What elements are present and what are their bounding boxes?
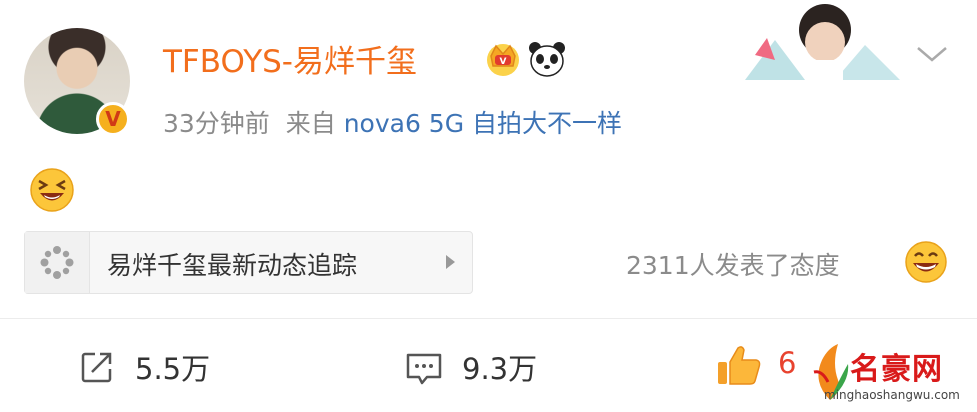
panda-icon (529, 42, 565, 77)
watermark-title: 名豪网 (850, 352, 943, 387)
post-time: 33分钟前 (163, 109, 270, 138)
watermark-logo: 名豪网 minghaoshangwu.com (808, 340, 974, 410)
topic-icon-container (25, 232, 90, 293)
smile-emoji-icon[interactable] (904, 240, 948, 284)
svg-text:V: V (500, 57, 507, 67)
source-prefix: 来自 (285, 109, 336, 138)
watermark-url: minghaoshangwu.com (824, 388, 960, 402)
username[interactable]: TFBOYS-易烊千玺 (163, 36, 417, 81)
like-count[interactable]: 6 (778, 346, 796, 380)
post-meta: 33分钟前 来自 nova6 5G 自拍大不一样 (163, 104, 622, 140)
chevron-right-icon (446, 255, 455, 269)
source-link[interactable]: nova6 5G 自拍大不一样 (344, 109, 622, 138)
topic-icon (40, 246, 74, 279)
laugh-emoji-icon (30, 168, 74, 212)
topic-card[interactable]: 易烊千玺最新动态追踪 (24, 231, 473, 294)
card-background-image (745, 4, 900, 80)
comment-icon[interactable] (405, 352, 443, 386)
share-count[interactable]: 5.5万 (135, 346, 210, 388)
verified-badge: V (96, 102, 130, 136)
like-icon[interactable] (716, 344, 762, 386)
comment-count[interactable]: 9.3万 (462, 346, 537, 388)
crown-icon: V (487, 44, 519, 76)
attitude-count[interactable]: 2311人发表了态度 (626, 246, 840, 282)
chevron-down-icon[interactable] (915, 44, 949, 64)
share-icon[interactable] (80, 350, 114, 384)
divider (0, 318, 977, 319)
topic-label: 易烊千玺最新动态追踪 (107, 251, 358, 280)
